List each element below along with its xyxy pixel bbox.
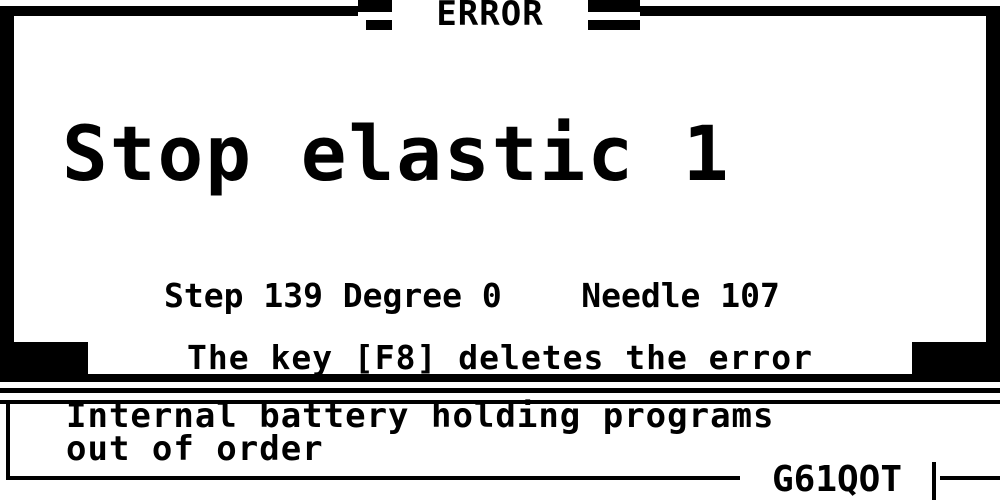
dialog-frame-top-right [640, 6, 1000, 16]
status-panel-bottom-border [6, 476, 740, 480]
dialog-title: ERROR [436, 0, 544, 34]
dialog-frame-left [0, 6, 14, 382]
error-details: Step 139 Degree 0 Needle 107 [164, 276, 780, 315]
machine-code: G61QOT [771, 459, 903, 500]
status-panel-bottom-border-right [940, 476, 1000, 480]
dialog-frame-top-left [0, 6, 358, 16]
delete-error-hint: The key [F8] deletes the error [186, 338, 814, 377]
dialog-frame-right [986, 6, 1000, 382]
title-ornament-right-lower [588, 20, 640, 30]
title-ornament-left-lower [366, 20, 392, 30]
title-ornament-right [588, 0, 640, 12]
status-code-divider [932, 462, 936, 500]
status-panel-left-border [6, 404, 10, 478]
error-message: Stop elastic 1 [62, 109, 731, 198]
separator-line [0, 388, 1000, 393]
title-ornament-left [358, 0, 392, 12]
